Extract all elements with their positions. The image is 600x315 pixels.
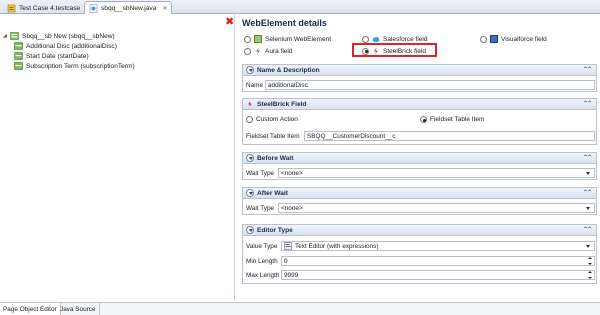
tab-testcase[interactable]: Test Case 4.testcase	[2, 1, 85, 14]
section-name-description: Name & Description ⌃⌃ Name additionalDis…	[242, 64, 597, 92]
section-after-wait: After Wait ⌃⌃ Wait Type <none>	[242, 187, 597, 215]
radio-aura[interactable]: Aura field	[244, 47, 292, 55]
tree-item-subscription-term[interactable]: Subscription Term (subscriptionTerm)	[14, 61, 135, 71]
tab-label: sbqq__sbNew.java	[101, 4, 157, 12]
text-editor-icon	[284, 242, 292, 250]
min-length-label: Min Length	[246, 257, 278, 265]
radio-label: Visualforce field	[501, 35, 547, 43]
tab-page-object-editor[interactable]: Page Object Editor	[0, 303, 61, 315]
tree-item-label: Additional Disc (additionalDisc)	[26, 42, 117, 50]
section-editor-type: Editor Type ⌃⌃ Value Type Text Editor (w…	[242, 224, 597, 284]
expand-icon[interactable]	[246, 226, 254, 234]
fieldset-table-item-input[interactable]: SBQQ__CustomerDiscount__c	[304, 131, 595, 141]
aura-lightning-icon	[256, 47, 260, 55]
section-header[interactable]: Name & Description ⌃⌃	[243, 65, 596, 76]
after-wait-type-select[interactable]: <none>	[278, 203, 595, 213]
radio-visualforce[interactable]: Visualforce field	[480, 35, 547, 43]
section-title: After Wait	[257, 189, 288, 197]
radio-custom-action[interactable]: Custom Action	[246, 116, 298, 123]
selenium-icon	[254, 35, 262, 43]
section-steelbrick-field: SteelBrick Field ⌃⌃ Custom Action Fields…	[242, 98, 597, 145]
tree-root-label: Sbqq__sb New (sbqq__sbNew)	[22, 32, 115, 40]
section-before-wait: Before Wait ⌃⌃ Wait Type <none>	[242, 152, 597, 180]
remove-element-icon[interactable]: ✖	[225, 17, 234, 28]
spinner-arrows-icon[interactable]	[588, 271, 593, 279]
section-header[interactable]: Before Wait ⌃⌃	[243, 153, 596, 164]
radio-label: Salesforce field	[383, 35, 428, 43]
tree-root[interactable]: ◢ Sbqq__sb New (sbqq__sbNew)	[3, 31, 115, 41]
expand-icon[interactable]	[246, 154, 254, 162]
collapse-icon[interactable]: ⌃⌃	[583, 189, 592, 196]
details-title: WebElement details	[242, 18, 327, 28]
tree-item-label: Start Date (startDate)	[26, 52, 89, 60]
before-wait-type-select[interactable]: <none>	[278, 168, 595, 178]
tree-item-label: Subscription Term (subscriptionTerm)	[26, 62, 135, 70]
section-header[interactable]: After Wait ⌃⌃	[243, 188, 596, 199]
visualforce-icon	[490, 35, 498, 43]
page-object-tree: ◢ Sbqq__sb New (sbqq__sbNew) Additional …	[0, 15, 235, 301]
radio-button[interactable]	[362, 35, 369, 43]
radio-selenium[interactable]: Selenium WebElement	[244, 35, 331, 43]
section-header[interactable]: SteelBrick Field ⌃⌃	[243, 99, 596, 110]
radio-button[interactable]	[244, 35, 251, 43]
section-title: SteelBrick Field	[257, 100, 307, 108]
tab-java-source[interactable]: sbqq__sbNew.java ✕	[84, 1, 173, 14]
radio-button-selected[interactable]	[420, 116, 427, 123]
tree-item-start-date[interactable]: Start Date (startDate)	[14, 51, 89, 61]
name-label: Name	[246, 81, 264, 89]
section-header[interactable]: Editor Type ⌃⌃	[243, 225, 596, 236]
max-length-label: Max Length	[246, 271, 280, 279]
editor-tab-bar: Test Case 4.testcase sbqq__sbNew.java ✕	[0, 0, 600, 14]
tab-java-source-bottom[interactable]: Java Source	[57, 303, 100, 315]
value-type-value: Text Editor (with expressions)	[295, 242, 379, 250]
radio-button[interactable]	[244, 47, 251, 55]
tree-item-additional-disc[interactable]: Additional Disc (additionalDisc)	[14, 41, 117, 51]
collapse-icon[interactable]: ⌃⌃	[583, 154, 592, 161]
expand-icon[interactable]	[246, 66, 254, 74]
min-length-input[interactable]: 0	[281, 256, 595, 266]
radio-fieldset-table-item[interactable]: Fieldset Table Item	[420, 116, 484, 123]
section-title: Before Wait	[257, 154, 294, 162]
steelbrick-lightning-icon	[248, 100, 252, 108]
java-file-icon	[89, 3, 98, 13]
min-length-value: 0	[284, 257, 288, 265]
collapse-icon[interactable]: ⌃⌃	[583, 66, 592, 73]
bottom-tab-bar: Page Object Editor Java Source	[0, 302, 600, 315]
section-title: Name & Description	[257, 66, 320, 74]
radio-label: Aura field	[265, 47, 293, 55]
testcase-icon	[7, 4, 16, 12]
radio-label: Selenium WebElement	[265, 35, 331, 43]
expand-icon[interactable]	[246, 189, 254, 197]
tab-label: Test Case 4.testcase	[19, 4, 81, 12]
collapse-arrow-icon[interactable]: ◢	[3, 33, 9, 39]
salesforce-cloud-icon	[372, 37, 380, 43]
section-title: Editor Type	[257, 226, 293, 234]
wait-type-label: Wait Type	[246, 169, 275, 177]
radio-label: Fieldset Table Item	[430, 116, 485, 123]
element-icon	[14, 52, 23, 60]
max-length-input[interactable]: 9999	[281, 270, 595, 280]
radio-button[interactable]	[246, 116, 253, 123]
name-input[interactable]: additionalDisc	[265, 80, 595, 90]
page-object-icon	[10, 32, 19, 40]
highlight-box	[352, 43, 437, 57]
collapse-icon[interactable]: ⌃⌃	[583, 100, 592, 107]
wait-type-label: Wait Type	[246, 204, 275, 212]
eclipse-editor-window: Test Case 4.testcase sbqq__sbNew.java ✕ …	[0, 0, 600, 315]
radio-button[interactable]	[480, 35, 487, 43]
value-type-label: Value Type	[246, 242, 278, 250]
radio-salesforce[interactable]: Salesforce field	[362, 35, 427, 43]
spinner-arrows-icon[interactable]	[588, 257, 593, 265]
radio-label: Custom Action	[256, 116, 298, 123]
element-icon	[14, 62, 23, 70]
max-length-value: 9999	[284, 271, 299, 279]
fieldset-table-item-label: Fieldset Table Item	[246, 132, 300, 140]
close-tab-icon[interactable]: ✕	[162, 5, 167, 12]
collapse-icon[interactable]: ⌃⌃	[583, 226, 592, 233]
element-icon	[14, 42, 23, 50]
value-type-select[interactable]: Text Editor (with expressions)	[281, 241, 595, 251]
